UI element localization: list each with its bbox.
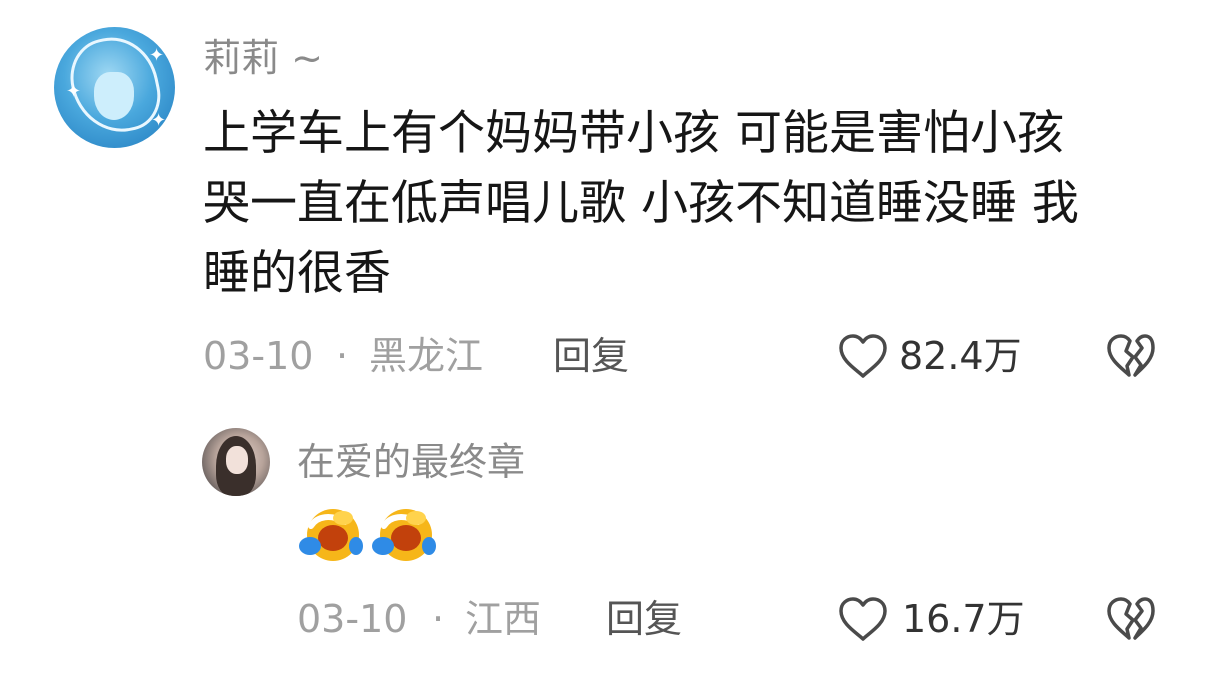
sparkle-icon: ✦: [149, 45, 165, 66]
comment-date: 03-10: [297, 597, 408, 641]
avatar[interactable]: [202, 428, 270, 496]
comment-location: 江西: [465, 597, 542, 641]
meta-separator: ·: [336, 334, 349, 378]
sparkle-icon: ✦: [66, 81, 82, 102]
heart-outline-icon[interactable]: [837, 596, 889, 642]
comment-username[interactable]: 在爱的最终章: [297, 440, 525, 484]
comment-text-line: 哭一直在低声唱儿歌 小孩不知道睡没睡 我: [203, 176, 1079, 231]
like-count: 16.7万: [902, 597, 1025, 641]
reply-comment-item: 在爱的最终章 03-10 · 江西 回复 16.7万: [0, 410, 1224, 685]
like-count: 82.4万: [899, 334, 1022, 378]
avatar[interactable]: ✦ ✦ ✦: [54, 27, 175, 148]
comment-date: 03-10: [203, 334, 314, 378]
comment-username[interactable]: 莉莉 ~: [203, 36, 323, 80]
reply-button[interactable]: 回复: [553, 334, 629, 378]
meta-separator: ·: [432, 597, 445, 641]
comment-text: 上学车上有个妈妈带小孩 可能是害怕小孩 哭一直在低声唱儿歌 小孩不知道睡没睡 我…: [203, 99, 1173, 309]
comment-text-line: 睡的很香: [203, 246, 391, 301]
broken-heart-icon[interactable]: [1105, 596, 1157, 642]
sparkle-icon: ✦: [151, 110, 167, 131]
avatar-face: [94, 72, 134, 120]
broken-heart-icon[interactable]: [1105, 333, 1157, 379]
crying-emoji: [297, 506, 363, 564]
comment-item: ✦ ✦ ✦ 莉莉 ~ 上学车上有个妈妈带小孩 可能是害怕小孩 哭一直在低声唱儿歌…: [0, 0, 1224, 410]
avatar-face: [226, 446, 248, 474]
reply-button[interactable]: 回复: [606, 597, 682, 641]
heart-outline-icon[interactable]: [837, 333, 889, 379]
crying-emoji: [370, 506, 436, 564]
comment-location: 黑龙江: [369, 334, 484, 378]
comment-text-line: 上学车上有个妈妈带小孩 可能是害怕小孩: [203, 106, 1064, 161]
